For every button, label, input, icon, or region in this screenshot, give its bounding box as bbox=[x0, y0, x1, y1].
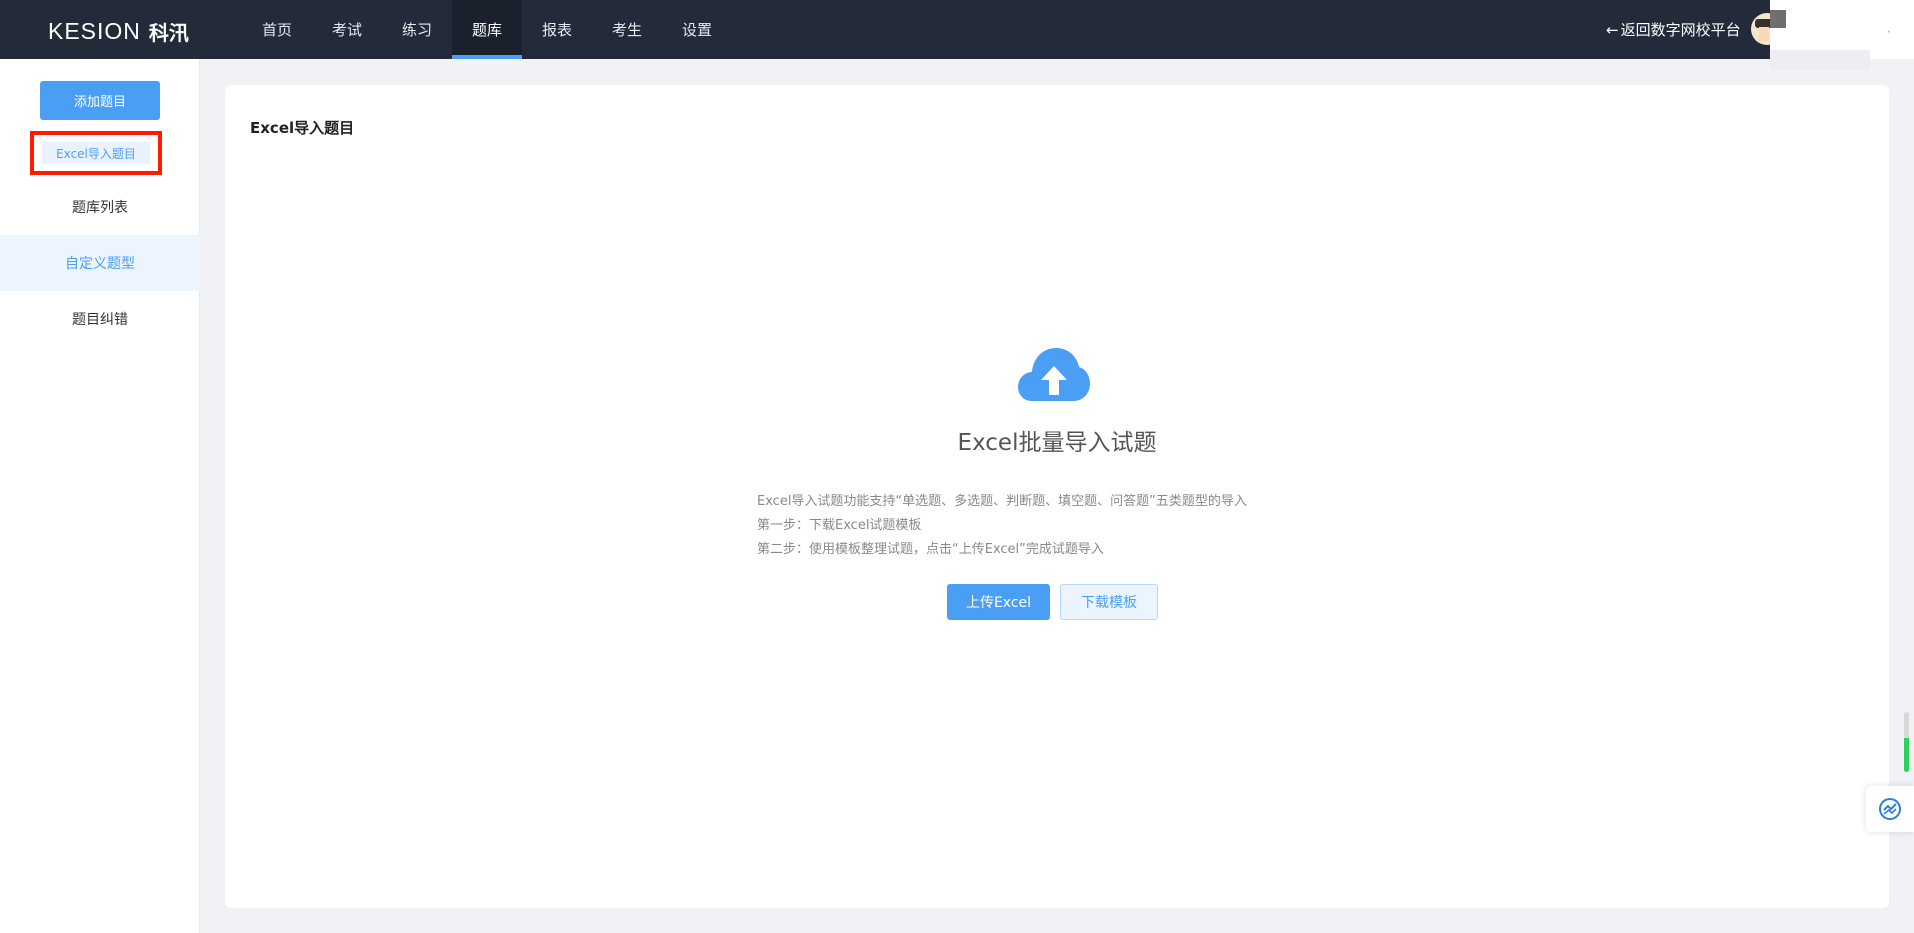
upload-excel-button[interactable]: 上传Excel bbox=[947, 584, 1050, 620]
dropdown-dot-icon: · bbox=[1887, 25, 1891, 39]
nav-item-settings[interactable]: 设置 bbox=[662, 0, 732, 59]
nav-item-practice[interactable]: 练习 bbox=[382, 0, 452, 59]
instruction-line: 第二步：使用模板整理试题，点击“上传Excel”完成试题导入 bbox=[757, 542, 1104, 557]
main-nav: 首页 考试 练习 题库 报表 考生 设置 bbox=[242, 0, 732, 59]
back-to-platform-link[interactable]: ← 返回数字网校平台 bbox=[1606, 0, 1741, 59]
page-title: Excel导入题目 bbox=[250, 119, 355, 137]
nav-item-question-bank[interactable]: 题库 bbox=[452, 0, 522, 59]
main-card: Excel导入题目 Excel批量导入试题 Excel导入试题功能支持“单选题、… bbox=[225, 85, 1889, 908]
sidebar-item-error-correction[interactable]: 题目纠错 bbox=[0, 291, 200, 347]
sync-widget-icon bbox=[1879, 798, 1901, 820]
download-template-button[interactable]: 下载模板 bbox=[1060, 584, 1158, 620]
logo-text-cn: 科汛 bbox=[148, 20, 189, 45]
scroll-indicator[interactable] bbox=[1904, 712, 1909, 772]
nav-item-reports[interactable]: 报表 bbox=[522, 0, 592, 59]
nav-item-home[interactable]: 首页 bbox=[242, 0, 312, 59]
cloud-upload-icon bbox=[1018, 348, 1090, 401]
logo-text: KESION bbox=[48, 17, 141, 44]
upload-title: Excel批量导入试题 bbox=[957, 430, 1157, 456]
arrow-left-icon: ← bbox=[1606, 20, 1619, 39]
instruction-line: Excel导入试题功能支持“单选题、多选题、判断题、填空题、问答题”五类题型的导… bbox=[757, 494, 1247, 509]
sidebar-item-question-list[interactable]: 题库列表 bbox=[0, 179, 200, 235]
nav-item-students[interactable]: 考生 bbox=[592, 0, 662, 59]
instruction-line: 第一步：下载Excel试题模板 bbox=[757, 518, 922, 533]
logo[interactable]: KESION 科汛 bbox=[48, 17, 189, 45]
sidebar: 添加题目 Excel导入题目 题库列表 自定义题型 题目纠错 bbox=[0, 59, 200, 933]
add-question-button[interactable]: 添加题目 bbox=[40, 81, 160, 120]
sidebar-item-excel-import[interactable]: Excel导入题目 bbox=[42, 142, 150, 164]
sidebar-item-custom-type[interactable]: 自定义题型 bbox=[0, 235, 200, 291]
floating-assistant-button[interactable] bbox=[1866, 786, 1914, 832]
excel-import-highlight: Excel导入题目 bbox=[30, 131, 162, 175]
instructions: Excel导入试题功能支持“单选题、多选题、判断题、填空题、问答题”五类题型的导… bbox=[757, 490, 1247, 562]
user-menu-redacted[interactable] bbox=[1770, 0, 1914, 70]
nav-item-exam[interactable]: 考试 bbox=[312, 0, 382, 59]
back-link-label: 返回数字网校平台 bbox=[1620, 21, 1741, 39]
top-navbar: KESION 科汛 首页 考试 练习 题库 报表 考生 设置 ← 返回数字网校平… bbox=[0, 0, 1914, 70]
